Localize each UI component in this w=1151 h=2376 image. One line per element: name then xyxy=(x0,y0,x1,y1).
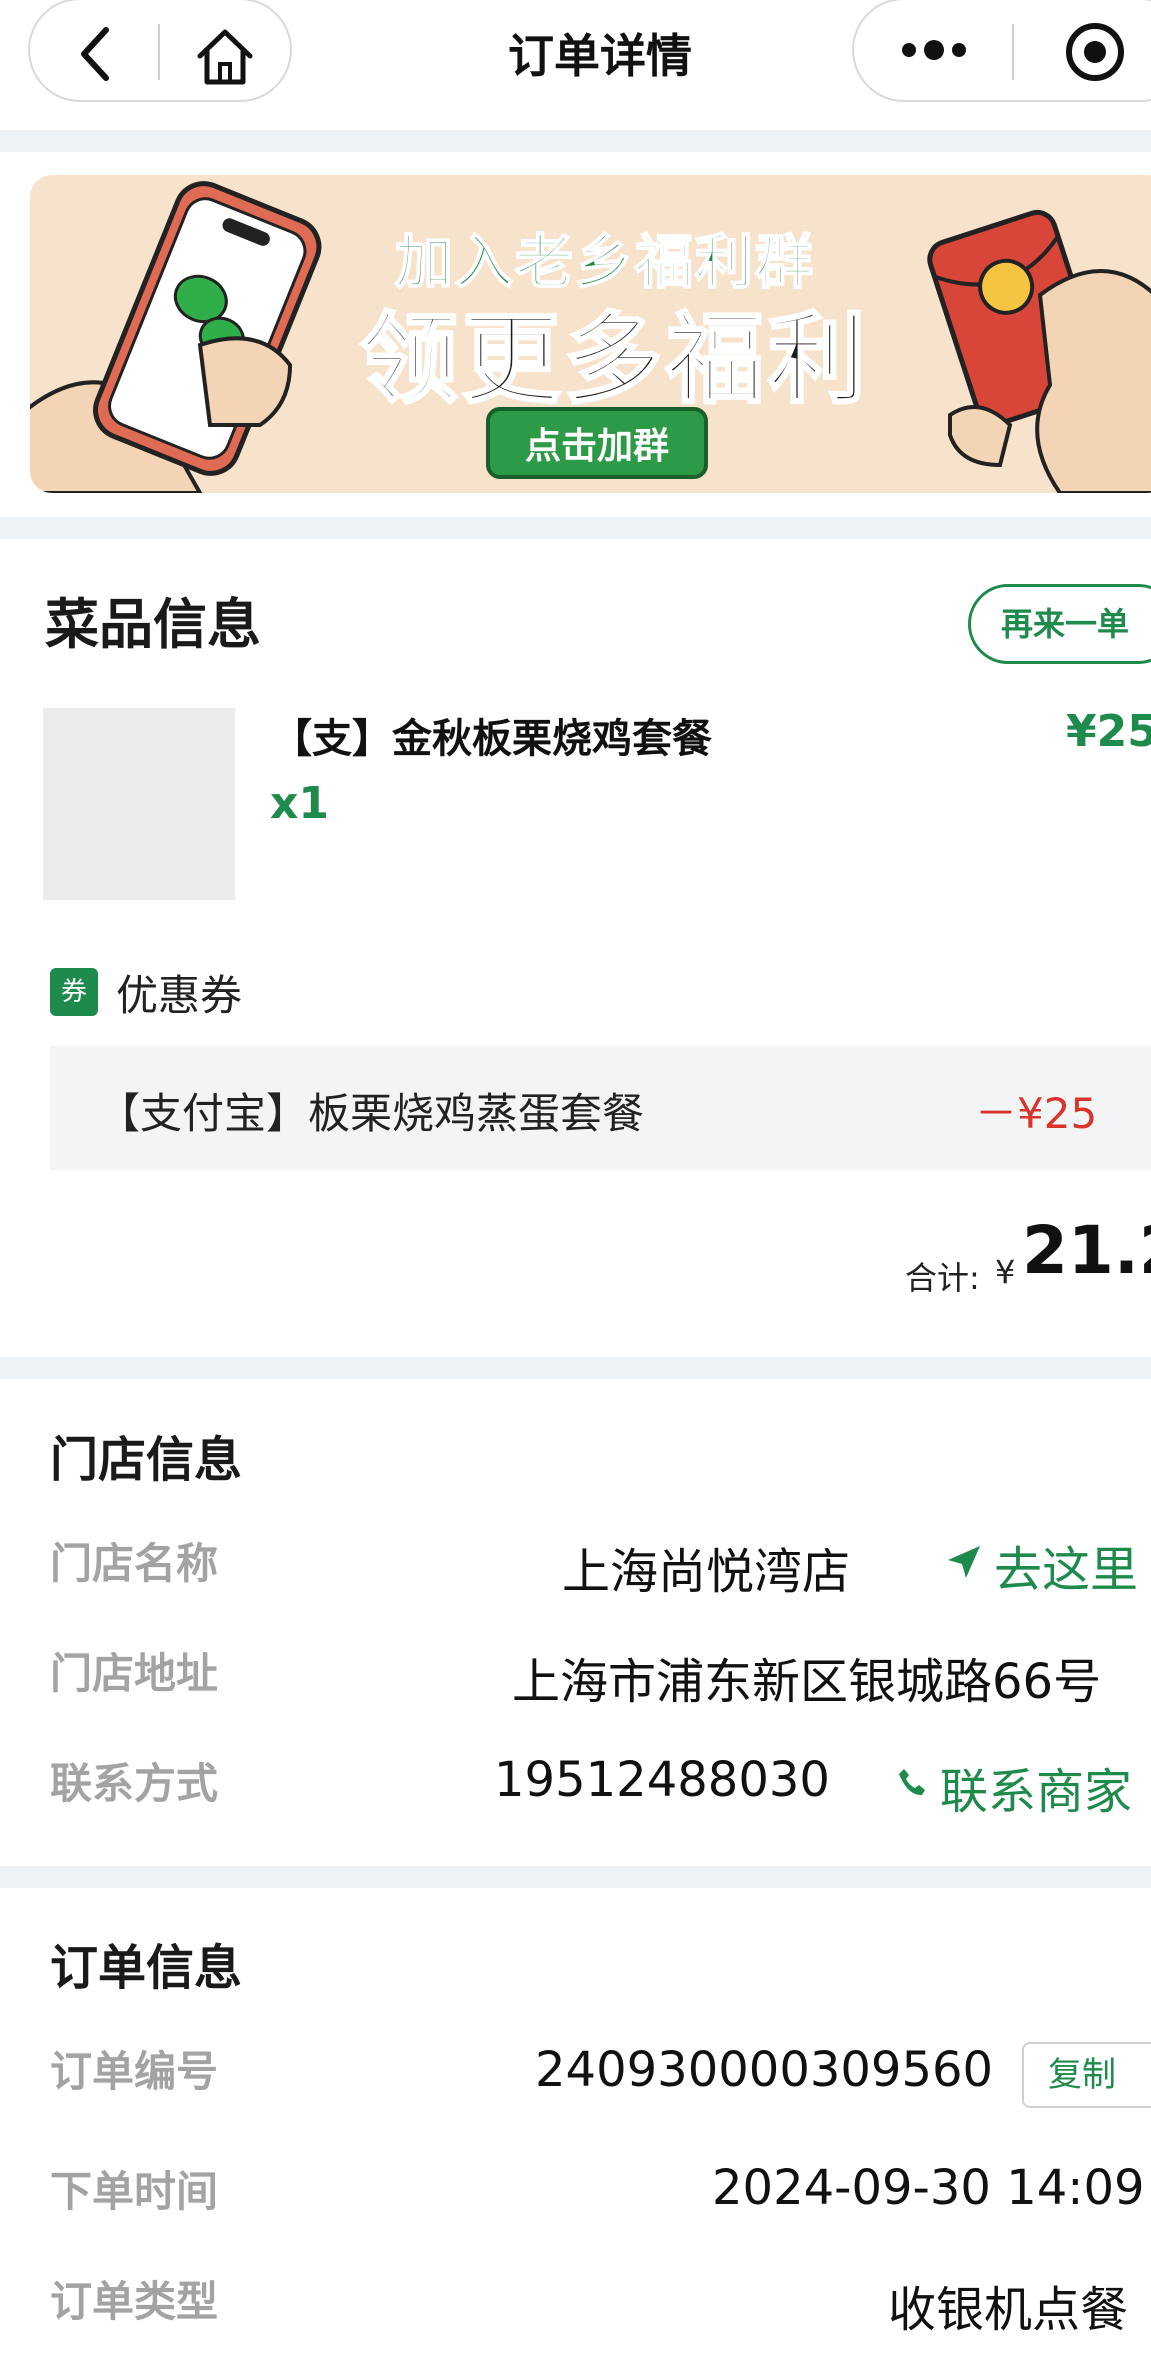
order-time-label: 下单时间 xyxy=(50,2167,219,2216)
section-gap xyxy=(0,130,1151,152)
nav-divider-right xyxy=(1012,24,1014,80)
reorder-button[interactable]: 再来一单 xyxy=(968,584,1151,664)
join-group-button[interactable]: 点击加群 xyxy=(486,407,708,479)
navigate-arrow-icon xyxy=(948,1546,980,1578)
total-label: 合计: xyxy=(905,1259,980,1297)
dish-image xyxy=(43,708,235,900)
more-dots-icon xyxy=(902,40,966,60)
dish-price: ¥25 xyxy=(1066,706,1151,757)
order-section-title: 订单信息 xyxy=(50,1940,243,1996)
order-number: 240930000309560 xyxy=(535,2042,994,2098)
store-name-label: 门店名称 xyxy=(50,1539,219,1588)
promo-banner[interactable]: 加入老乡福利群 领更多福利 点击加群 xyxy=(30,175,1151,493)
red-envelope-illustration xyxy=(927,209,1151,493)
page-title: 订单详情 xyxy=(508,29,692,83)
dish-quantity: x1 xyxy=(270,778,329,829)
more-button[interactable] xyxy=(880,12,990,88)
target-icon xyxy=(1066,23,1124,81)
order-number-label: 订单编号 xyxy=(50,2047,219,2096)
coupon-label: 优惠券 xyxy=(116,971,243,1020)
store-address-label: 门店地址 xyxy=(50,1649,219,1698)
copy-button[interactable]: 复制 xyxy=(1022,2042,1151,2108)
chevron-left-icon xyxy=(81,27,109,81)
back-button[interactable] xyxy=(50,10,140,90)
store-section-title: 门店信息 xyxy=(50,1432,243,1488)
go-here-link[interactable]: 去这里 xyxy=(994,1530,1138,1600)
contact-merchant-link[interactable]: 联系商家 xyxy=(940,1752,1132,1822)
store-phone: 19512488030 xyxy=(494,1752,830,1808)
phone-in-hand-illustration xyxy=(30,181,322,493)
store-address: 上海市浦东新区银城路66号 xyxy=(512,1654,1102,1710)
order-time: 2024-09-30 14:09 xyxy=(712,2160,1145,2216)
total-amount: 21.2 xyxy=(1022,1212,1151,1289)
section-gap xyxy=(0,1357,1151,1379)
phone-icon xyxy=(899,1769,925,1796)
close-miniapp-button[interactable] xyxy=(1050,12,1140,92)
coupon-badge: 券 xyxy=(50,968,98,1016)
home-icon xyxy=(197,29,253,85)
dishes-section-title: 菜品信息 xyxy=(45,593,261,656)
section-gap xyxy=(0,1866,1151,1888)
order-type-label: 订单类型 xyxy=(50,2277,219,2326)
contact-label: 联系方式 xyxy=(50,1759,219,1808)
coupon-discount: －¥25 xyxy=(975,1089,1098,1138)
total-currency: ¥ xyxy=(995,1253,1016,1291)
home-button[interactable] xyxy=(180,12,270,92)
coupon-name: 【支付宝】板栗烧鸡蒸蛋套餐 xyxy=(98,1089,645,1138)
section-gap xyxy=(0,517,1151,539)
store-name: 上海尚悦湾店 xyxy=(562,1544,851,1600)
nav-divider xyxy=(158,24,160,80)
banner-line2: 领更多福利 xyxy=(358,302,871,419)
dish-name: 【支】金秋板栗烧鸡套餐 xyxy=(272,716,712,762)
order-type: 收银机点餐 xyxy=(888,2282,1129,2338)
